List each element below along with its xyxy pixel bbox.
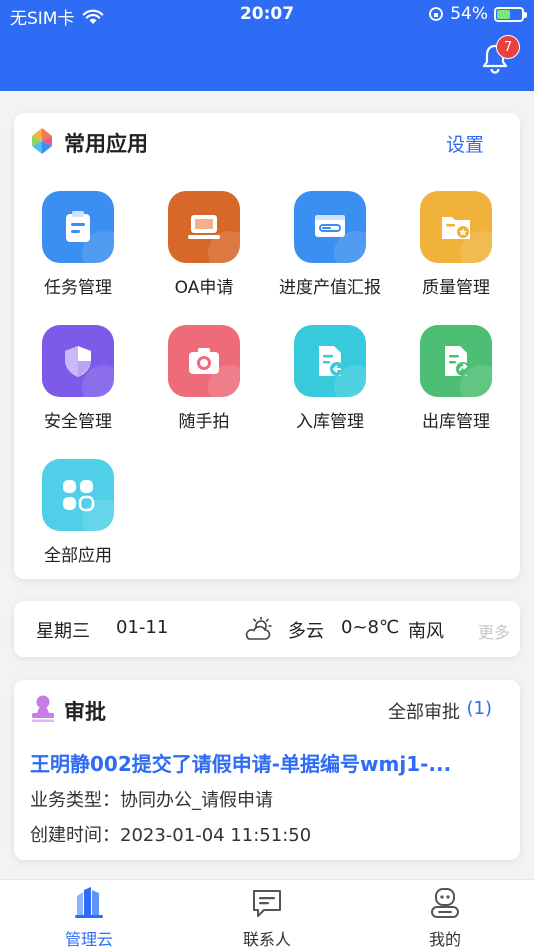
all-approvals-link[interactable]: 全部审批 [388,698,460,724]
tab-label: 我的 [428,930,461,949]
all-apps-icon [63,480,95,512]
app-label: 质量管理 [422,278,490,298]
app-tile[interactable] [42,459,114,531]
shield-icon [65,346,91,377]
tab-management-cloud[interactable]: 管理云 [0,886,178,950]
approval-stamp-icon [32,695,54,722]
weekday-label: 星期三 [36,621,90,642]
user-robot-icon [431,888,459,918]
wind-direction: 南风 [408,621,444,642]
approval-title: 审批 [64,700,106,724]
partly-cloudy-icon [245,617,272,640]
app-tile[interactable] [42,325,114,397]
laptop-icon [188,215,220,239]
clipboard-icon [66,211,90,242]
common-apps-title: 常用应用 [64,132,148,156]
app-tile[interactable] [420,191,492,263]
app-label: 出库管理 [422,412,490,432]
approval-business-type: 业务类型：协同办公_请假申请 [30,790,273,811]
orientation-lock-icon [429,7,444,21]
weather-condition: 多云 [288,621,324,642]
app-tile[interactable] [294,325,366,397]
app-tile[interactable] [420,325,492,397]
apps-logo-icon [32,128,52,154]
app-label: OA申请 [174,278,234,298]
tab-label: 联系人 [242,930,291,949]
chat-icon [253,890,281,917]
status-right: 54% [428,4,527,24]
bottom-tab-bar: 管理云 联系人 我的 [0,879,534,950]
doc-in-icon [319,346,344,376]
app-progress-report[interactable]: 进度产值汇报 [267,191,393,298]
temperature-range: 0~8℃ [341,617,400,638]
app-tile[interactable] [168,325,240,397]
building-icon [75,887,103,918]
camera-icon [189,348,219,374]
app-label: 安全管理 [44,412,112,432]
approval-created-time: 创建时间：2023-01-04 11:51:50 [30,825,312,846]
battery-percent: 54% [450,4,488,24]
app-label: 任务管理 [44,278,112,298]
approval-count[interactable]: (1) [467,698,493,719]
date-label: 01-11 [116,617,169,638]
app-label: 进度产值汇报 [279,278,381,298]
app-label: 随手拍 [178,412,230,432]
app-outbound-management[interactable]: 出库管理 [393,325,519,432]
app-tile[interactable] [294,191,366,263]
app-header: 无SIM卡 20:07 54% 7 [0,0,534,91]
app-quality-management[interactable]: 质量管理 [393,191,519,298]
app-tile[interactable] [42,191,114,263]
status-bar: 无SIM卡 20:07 54% [0,0,534,32]
app-label: 入库管理 [296,412,364,432]
app-oa-apply[interactable]: OA申请 [141,191,267,298]
settings-link[interactable]: 设置 [446,130,484,157]
tab-contacts[interactable]: 联系人 [178,886,356,950]
folder-star-icon [442,217,470,239]
battery-icon [494,6,527,22]
battery-fill [497,9,510,19]
notification-badge[interactable]: 7 [496,35,520,59]
app-tile[interactable] [168,191,240,263]
app-inbound-management[interactable]: 入库管理 [267,325,393,432]
progress-icon [315,215,345,237]
approval-card: 审批 全部审批 (1) 王明静002提交了请假申请-单据编号wmj1-... 业… [14,680,520,860]
weather-more-link[interactable]: 更多 [478,619,510,643]
tab-label: 管理云 [64,930,113,949]
app-task-management[interactable]: 任务管理 [15,191,141,298]
app-label: 全部应用 [44,546,112,566]
app-snapshot[interactable]: 随手拍 [141,325,267,432]
weather-card: 星期三 01-11 多云 0~8℃ 南风 更多 [14,601,520,657]
approval-item-title[interactable]: 王明静002提交了请假申请-单据编号wmj1-... [30,748,500,777]
doc-out-icon [445,346,470,376]
common-apps-card: 常用应用 设置 任务管理 OA申请 进度产值汇报 质量管理 安全管理 随手拍 入… [14,113,520,579]
app-all-apps[interactable]: 全部应用 [15,459,141,566]
app-safety-management[interactable]: 安全管理 [15,325,141,432]
tab-mine[interactable]: 我的 [356,886,534,950]
